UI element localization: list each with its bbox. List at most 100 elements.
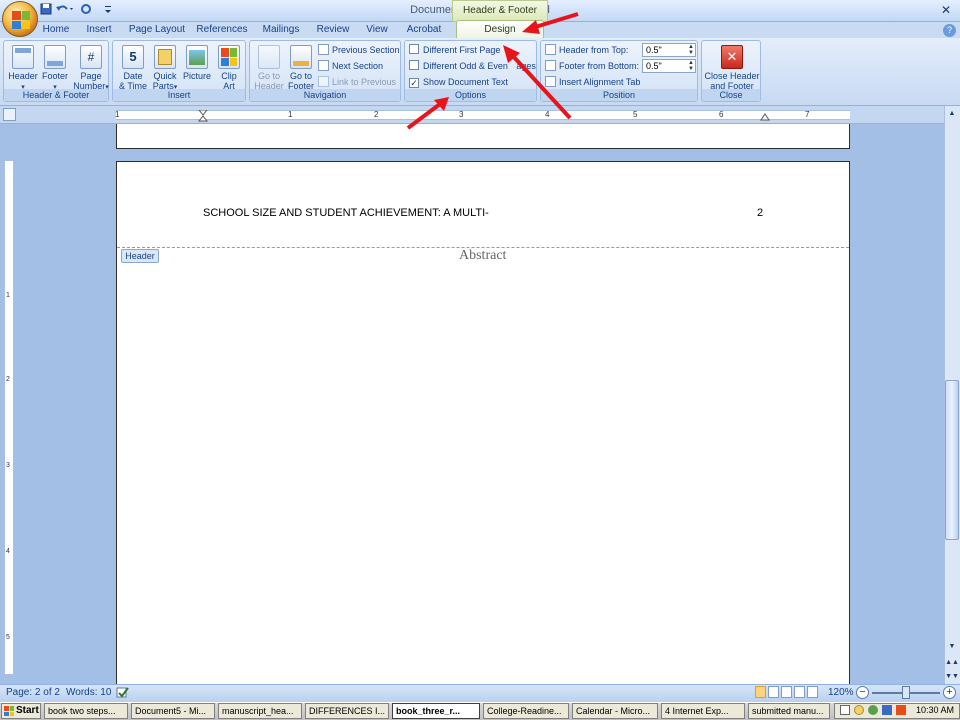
header-button[interactable]: Header ▾ bbox=[6, 43, 40, 93]
taskbar-item-active[interactable]: book_three_r... bbox=[392, 703, 480, 719]
help-icon[interactable]: ? bbox=[943, 24, 956, 37]
header-from-top-input[interactable]: 0.5" ▲ ▼ bbox=[642, 43, 696, 57]
group-options: Different First Page Different Odd & Eve… bbox=[404, 40, 537, 102]
tray-icon[interactable] bbox=[854, 705, 864, 715]
link-to-previous-button[interactable]: Link to Previous bbox=[318, 75, 396, 89]
next-section-button[interactable]: Next Section bbox=[318, 59, 383, 73]
taskbar-item[interactable]: submitted manu... bbox=[748, 703, 830, 719]
right-indent-marker-icon[interactable] bbox=[760, 112, 770, 124]
abstract-heading[interactable]: Abstract bbox=[459, 248, 506, 264]
web-layout-icon[interactable] bbox=[781, 686, 792, 698]
clip-art-button[interactable]: Clip Art bbox=[213, 43, 245, 91]
taskbar-item[interactable]: DIFFERENCES I... bbox=[305, 703, 389, 719]
page-count[interactable]: Page: 2 of 2 bbox=[6, 687, 60, 698]
group-insert: 5 Date & Time Quick Parts▾ Picture Clip Art… bbox=[112, 40, 246, 102]
picture-icon bbox=[186, 45, 208, 69]
office-logo-icon bbox=[12, 11, 30, 29]
header-position-icon bbox=[545, 44, 556, 55]
tab-view[interactable]: View bbox=[362, 24, 392, 38]
ruler-number: 2 bbox=[374, 110, 379, 119]
ruler-strip[interactable] bbox=[116, 110, 850, 120]
quick-parts-button[interactable]: Quick Parts▾ bbox=[149, 43, 181, 93]
close-header-footer-button[interactable]: ✕ Close Header and Footer bbox=[704, 43, 760, 91]
tab-mailings[interactable]: Mailings bbox=[258, 24, 304, 38]
header-page-number[interactable]: 2 bbox=[757, 207, 763, 219]
checkbox-icon bbox=[409, 60, 419, 70]
tray-icon[interactable] bbox=[840, 705, 850, 715]
zoom-out-icon[interactable]: − bbox=[856, 686, 869, 699]
office-button[interactable] bbox=[2, 1, 38, 37]
tab-design[interactable]: Design bbox=[456, 20, 544, 39]
ruler-number: 5 bbox=[633, 110, 638, 119]
footer-from-bottom-input[interactable]: 0.5" ▲ ▼ bbox=[642, 59, 696, 73]
tray-icon[interactable] bbox=[882, 705, 892, 715]
vruler-number: 2 bbox=[6, 376, 10, 383]
ruler-number: 1 bbox=[288, 110, 293, 119]
ruler-number: 1 bbox=[115, 110, 120, 119]
show-document-text-checkbox[interactable]: ✓ Show Document Text bbox=[409, 75, 508, 89]
page-number-icon: # bbox=[80, 45, 102, 69]
different-odd-even-checkbox[interactable]: Different Odd & Even ages bbox=[409, 59, 536, 73]
group-label-header-footer: Header & Footer bbox=[4, 89, 108, 101]
document-page[interactable] bbox=[116, 161, 850, 691]
tab-selector-icon[interactable] bbox=[3, 108, 16, 121]
tab-home[interactable]: Home bbox=[38, 24, 74, 38]
alignment-tab-icon bbox=[545, 76, 556, 87]
checkmark-icon: ✓ bbox=[409, 78, 419, 88]
scroll-up-icon[interactable]: ▲ bbox=[945, 107, 959, 120]
group-label-close: Close bbox=[702, 89, 760, 101]
taskbar-item[interactable]: manuscript_hea... bbox=[218, 703, 302, 719]
spinner-arrows-icon[interactable]: ▲ ▼ bbox=[688, 44, 694, 56]
insert-alignment-tab-button[interactable]: Insert Alignment Tab bbox=[545, 75, 640, 89]
previous-section-button[interactable]: Previous Section bbox=[318, 43, 400, 57]
vertical-ruler[interactable] bbox=[4, 160, 14, 675]
taskbar-item[interactable]: Calendar - Micro... bbox=[572, 703, 658, 719]
spinner-arrows-icon[interactable]: ▲ ▼ bbox=[688, 60, 694, 72]
word-count[interactable]: Words: 10 bbox=[66, 687, 111, 698]
close-red-x-icon: ✕ bbox=[721, 45, 743, 69]
print-layout-icon[interactable] bbox=[755, 686, 766, 698]
tray-icon[interactable] bbox=[896, 705, 906, 715]
next-page-icon[interactable]: ▼▼ bbox=[945, 670, 959, 683]
picture-button[interactable]: Picture bbox=[181, 43, 213, 81]
footer-from-bottom-label: Footer from Bottom: bbox=[545, 59, 639, 73]
zoom-slider-thumb[interactable] bbox=[902, 686, 910, 699]
go-to-header-icon bbox=[258, 45, 280, 69]
scroll-down-icon[interactable]: ▼ bbox=[945, 640, 959, 653]
footer-button[interactable]: Footer ▾ bbox=[38, 43, 72, 93]
taskbar-item[interactable]: Document5 - Mi... bbox=[131, 703, 215, 719]
different-first-page-checkbox[interactable]: Different First Page bbox=[409, 43, 500, 57]
calendar-icon: 5 bbox=[122, 45, 144, 69]
go-to-header-button[interactable]: Go to Header bbox=[252, 43, 286, 91]
tray-icon[interactable] bbox=[868, 705, 878, 715]
outline-icon[interactable] bbox=[794, 686, 805, 698]
footer-position-icon bbox=[545, 60, 556, 71]
contextual-tab-group-label: Header & Footer Tools bbox=[452, 0, 548, 36]
running-head-text[interactable]: SCHOOL SIZE AND STUDENT ACHIEVEMENT: A M… bbox=[203, 207, 489, 219]
date-time-button[interactable]: 5 Date & Time bbox=[117, 43, 149, 91]
page-number-button[interactable]: # Page Number▾ bbox=[72, 43, 110, 93]
tab-review[interactable]: Review bbox=[314, 24, 352, 38]
taskbar-item[interactable]: College-Readine... bbox=[483, 703, 569, 719]
close-window-icon[interactable]: ✕ bbox=[936, 3, 956, 17]
zoom-in-icon[interactable]: + bbox=[943, 686, 956, 699]
tab-acrobat[interactable]: Acrobat bbox=[402, 24, 446, 38]
tab-references[interactable]: References bbox=[196, 24, 248, 38]
tab-page-layout[interactable]: Page Layout bbox=[128, 24, 186, 38]
zoom-level[interactable]: 120% bbox=[828, 687, 854, 698]
full-screen-reading-icon[interactable] bbox=[768, 686, 779, 698]
previous-section-icon bbox=[318, 44, 329, 55]
indent-marker-icon[interactable] bbox=[197, 109, 209, 125]
checkbox-icon bbox=[409, 44, 419, 54]
previous-page-icon[interactable]: ▲▲ bbox=[945, 656, 959, 669]
group-close: ✕ Close Header and Footer Close bbox=[701, 40, 761, 102]
taskbar-item[interactable]: 4 Internet Exp... bbox=[661, 703, 745, 719]
start-button[interactable]: Start bbox=[1, 703, 41, 719]
taskbar-item[interactable]: book two steps... bbox=[44, 703, 128, 719]
proofing-icon[interactable] bbox=[116, 686, 130, 699]
tab-insert[interactable]: Insert bbox=[82, 24, 116, 38]
scrollbar-thumb[interactable] bbox=[945, 380, 959, 540]
document-page-previous[interactable] bbox=[116, 124, 850, 149]
draft-icon[interactable] bbox=[807, 686, 818, 698]
go-to-footer-button[interactable]: Go to Footer bbox=[284, 43, 318, 91]
